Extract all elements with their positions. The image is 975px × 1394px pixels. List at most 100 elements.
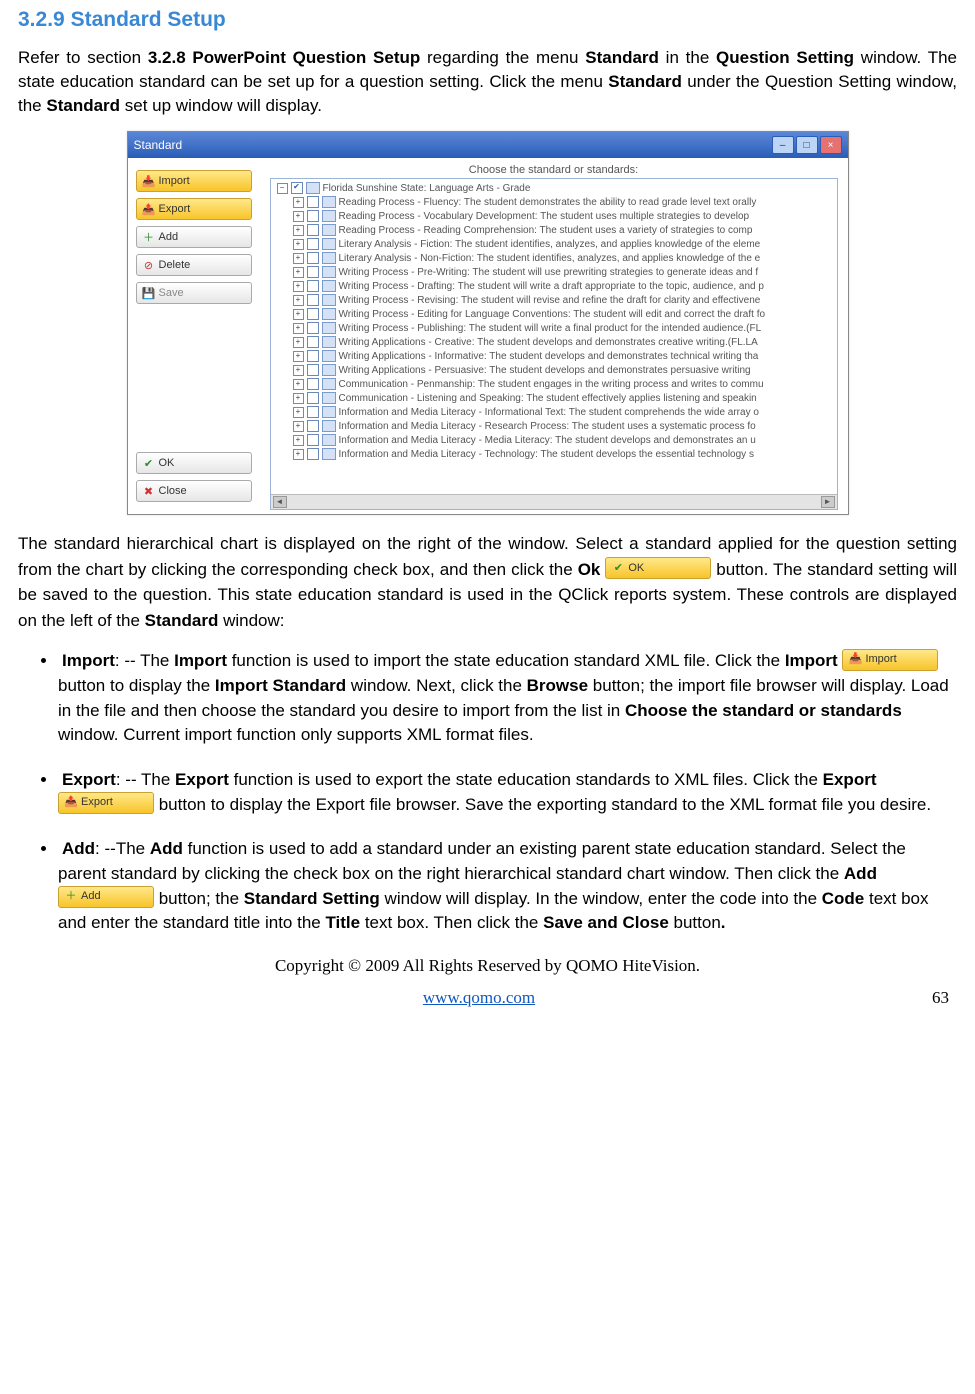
- tree-node[interactable]: +Literary Analysis - Non-Fiction: The st…: [275, 251, 837, 265]
- import-button-inline[interactable]: 📥 Import: [842, 649, 938, 671]
- tree-node[interactable]: +Information and Media Literacy - Resear…: [275, 419, 837, 433]
- checkbox[interactable]: [307, 364, 319, 376]
- checkbox[interactable]: [291, 182, 303, 194]
- expand-icon[interactable]: +: [293, 197, 304, 208]
- expand-icon[interactable]: +: [293, 295, 304, 306]
- checkbox[interactable]: [307, 308, 319, 320]
- expand-icon[interactable]: +: [293, 309, 304, 320]
- scroll-right-icon[interactable]: ►: [821, 496, 835, 508]
- node-label: Information and Media Literacy - Media L…: [339, 435, 756, 446]
- folder-icon: [322, 308, 336, 320]
- expand-icon[interactable]: +: [293, 351, 304, 362]
- export-item: Export: -- The Export function is used t…: [58, 768, 957, 817]
- checkbox[interactable]: [307, 434, 319, 446]
- node-label: Literary Analysis - Fiction: The student…: [339, 239, 761, 250]
- expand-icon[interactable]: +: [293, 281, 304, 292]
- checkbox[interactable]: [307, 280, 319, 292]
- expand-icon[interactable]: +: [293, 267, 304, 278]
- add-button[interactable]: ＋ Add: [136, 226, 252, 248]
- horizontal-scrollbar[interactable]: ◄ ►: [271, 494, 837, 509]
- tree-node[interactable]: +Writing Process - Publishing: The stude…: [275, 321, 837, 335]
- checkbox[interactable]: [307, 322, 319, 334]
- ok-button-inline[interactable]: ✔ OK: [605, 557, 711, 579]
- expand-icon[interactable]: +: [293, 365, 304, 376]
- tree-node[interactable]: + Information and Media Literacy - Media …: [275, 433, 837, 447]
- save-button[interactable]: 💾 Save: [136, 282, 252, 304]
- export-button-inline[interactable]: 📤 Export: [58, 792, 154, 814]
- expand-icon[interactable]: +: [293, 337, 304, 348]
- expand-icon[interactable]: +: [293, 323, 304, 334]
- expand-icon[interactable]: +: [293, 225, 304, 236]
- import-button[interactable]: 📥 Import: [136, 170, 252, 192]
- expand-icon[interactable]: +: [293, 421, 304, 432]
- checkbox[interactable]: [307, 420, 319, 432]
- intro-paragraph: Refer to section 3.2.8 PowerPoint Questi…: [18, 46, 957, 117]
- feature-name: Import: [785, 651, 838, 670]
- tree-node[interactable]: +Reading Process - Reading Comprehension…: [275, 223, 837, 237]
- text: button; the: [154, 889, 244, 908]
- minimize-button[interactable]: –: [772, 136, 794, 154]
- export-button[interactable]: 📤 Export: [136, 198, 252, 220]
- label: Import: [865, 652, 896, 668]
- checkbox[interactable]: [307, 224, 319, 236]
- add-button-inline[interactable]: ＋ Add: [58, 886, 154, 908]
- maximize-button[interactable]: □: [796, 136, 818, 154]
- standards-tree[interactable]: − Florida Sunshine State: Language Arts …: [270, 178, 838, 510]
- checkbox[interactable]: [307, 252, 319, 264]
- text: window. Next, click the: [346, 676, 526, 695]
- tree-node[interactable]: +Writing Process - Drafting: The student…: [275, 279, 837, 293]
- tree-node[interactable]: +Reading Process - Vocabulary Developmen…: [275, 209, 837, 223]
- close-button[interactable]: ×: [820, 136, 842, 154]
- tree-node[interactable]: +Communication - Listening and Speaking:…: [275, 391, 837, 405]
- expand-icon[interactable]: +: [293, 393, 304, 404]
- tree-node[interactable]: +Writing Applications - Persuasive: The …: [275, 363, 837, 377]
- tree-node[interactable]: +Writing Process - Revising: The student…: [275, 293, 837, 307]
- expand-icon[interactable]: +: [293, 407, 304, 418]
- folder-icon: [322, 294, 336, 306]
- collapse-icon[interactable]: −: [277, 183, 288, 194]
- checkbox[interactable]: [307, 294, 319, 306]
- checkbox[interactable]: [307, 448, 319, 460]
- tree-node[interactable]: +Writing Applications - Informative: The…: [275, 349, 837, 363]
- export-icon: 📤: [143, 203, 155, 215]
- ok-button[interactable]: ✔ OK: [136, 452, 252, 474]
- folder-icon: [322, 280, 336, 292]
- feature-list: Import: -- The Import function is used t…: [18, 649, 957, 935]
- expand-icon[interactable]: +: [293, 253, 304, 264]
- tree-node[interactable]: +Writing Process - Editing for Language …: [275, 307, 837, 321]
- checkbox[interactable]: [307, 336, 319, 348]
- tree-node[interactable]: +Reading Process - Fluency: The student …: [275, 195, 837, 209]
- close-sidebar-button[interactable]: ✖ Close: [136, 480, 252, 502]
- tree-node[interactable]: +Information and Media Literacy - Inform…: [275, 405, 837, 419]
- node-label: Communication - Penmanship: The student …: [339, 379, 764, 390]
- standard-setting-word: Standard Setting: [244, 889, 380, 908]
- folder-icon: [322, 210, 336, 222]
- website-link[interactable]: www.qomo.com: [423, 988, 535, 1008]
- expand-icon[interactable]: +: [293, 379, 304, 390]
- checkbox[interactable]: [307, 238, 319, 250]
- checkbox[interactable]: [307, 196, 319, 208]
- expand-icon[interactable]: +: [293, 449, 304, 460]
- tree-node[interactable]: +Information and Media Literacy - Techno…: [275, 447, 837, 461]
- tree-node[interactable]: +Writing Applications - Creative: The st…: [275, 335, 837, 349]
- standard-word: Standard: [608, 72, 682, 91]
- expand-icon[interactable]: +: [293, 239, 304, 250]
- tree-node[interactable]: + Communication - Penmanship: The student…: [275, 377, 837, 391]
- expand-icon[interactable]: +: [293, 435, 304, 446]
- checkbox[interactable]: [307, 406, 319, 418]
- checkbox[interactable]: [307, 378, 319, 390]
- delete-button[interactable]: ⊘ Delete: [136, 254, 252, 276]
- checkbox[interactable]: [307, 210, 319, 222]
- window-titlebar: Standard – □ ×: [128, 132, 848, 158]
- standard-window: Standard – □ × 📥 Import 📤 Export: [127, 131, 849, 515]
- tree-node-root[interactable]: − Florida Sunshine State: Language Arts …: [275, 181, 837, 195]
- tree-node[interactable]: + Literary Analysis - Fiction: The studen…: [275, 237, 837, 251]
- standard-word: Standard: [585, 48, 659, 67]
- feature-name: Add: [150, 839, 183, 858]
- tree-node[interactable]: +Writing Process - Pre-Writing: The stud…: [275, 265, 837, 279]
- scroll-left-icon[interactable]: ◄: [273, 496, 287, 508]
- expand-icon[interactable]: +: [293, 211, 304, 222]
- checkbox[interactable]: [307, 350, 319, 362]
- checkbox[interactable]: [307, 266, 319, 278]
- checkbox[interactable]: [307, 392, 319, 404]
